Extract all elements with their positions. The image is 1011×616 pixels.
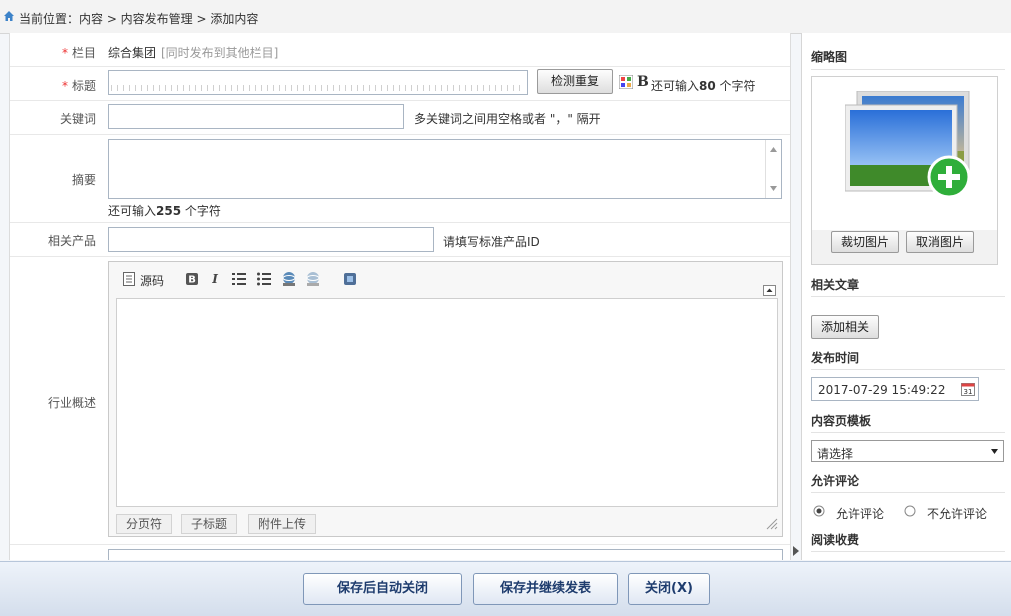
allow-comment-title: 允许评论 (811, 474, 860, 488)
product-row: 相关产品 请填写标准产品ID (10, 222, 790, 257)
deny-comment-label: 不允许评论 (927, 507, 988, 521)
content-form: * 栏目 综合集团 [同时发布到其他栏目] * 标题 检测重复 B 还可输入80 个… (9, 33, 791, 560)
color-palette-icon[interactable] (619, 75, 633, 89)
summary-label: 摘要 (71, 173, 96, 187)
insert-image-icon[interactable] (342, 271, 358, 287)
title-label: * 标题 (61, 79, 96, 93)
thumbnail-box: 裁切图片 取消图片 (811, 76, 998, 265)
insert-link-icon[interactable] (281, 271, 297, 287)
title-input[interactable] (108, 70, 528, 95)
content-template-title: 内容页模板 (811, 414, 872, 428)
scroll-up-icon[interactable] (770, 147, 777, 152)
keywords-hint: 多关键词之间用空格或者 "，" 隔开 (414, 112, 601, 126)
title-remaining: 还可输入80 个字符 (651, 79, 756, 93)
svg-text:B: B (188, 275, 196, 286)
close-button[interactable]: 关闭(X) (628, 573, 710, 605)
resize-handle-icon[interactable] (766, 518, 778, 530)
breadcrumb: 当前位置：内容 > 内容发布管理 > 添加内容 (19, 12, 259, 26)
summary-scrollbar[interactable] (765, 140, 781, 198)
allow-comment-label: 允许评论 (836, 507, 885, 521)
sidebar: 缩略图 裁切图片 取消图片 相关文章 添加相关 发布时间 2017-07-29 … (801, 33, 1011, 560)
product-hint: 请填写标准产品ID (443, 235, 540, 249)
unlink-icon[interactable] (305, 271, 321, 287)
crop-image-button[interactable]: 裁切图片 (831, 231, 899, 253)
summary-textarea[interactable] (108, 139, 782, 199)
template-select[interactable]: 请选择 (811, 440, 1004, 462)
keywords-row: 关键词 多关键词之间用空格或者 "，" 隔开 (10, 100, 790, 135)
breadcrumb-bar: 当前位置：内容 > 内容发布管理 > 添加内容 (0, 0, 1011, 34)
svg-text:31: 31 (964, 388, 973, 396)
source-icon[interactable] (122, 272, 136, 286)
save-and-close-button[interactable]: 保存后自动关闭 (303, 573, 462, 605)
product-input[interactable] (108, 227, 434, 252)
calendar-icon[interactable]: 31 (961, 382, 975, 396)
title-row: * 标题 检测重复 B 还可输入80 个字符 (10, 66, 790, 101)
editor-content-area[interactable] (116, 298, 778, 507)
summary-remaining: 还可输入255 个字符 (108, 204, 221, 218)
rich-text-editor: 源码 B I 分页符 子标题 附件上传 (108, 261, 783, 537)
column-label: * 栏目 (61, 46, 96, 60)
bold-icon[interactable]: B (185, 272, 199, 286)
italic-icon[interactable]: I (208, 272, 222, 286)
subtitle-button[interactable]: 子标题 (181, 514, 238, 534)
scroll-down-icon[interactable] (770, 186, 777, 191)
keywords-input[interactable] (108, 104, 404, 129)
home-icon (4, 11, 14, 21)
editor-toolbar: 源码 B I (109, 262, 782, 296)
add-related-button[interactable]: 添加相关 (811, 315, 879, 339)
thumbnail-upload-area[interactable] (812, 77, 997, 230)
related-articles-title: 相关文章 (811, 278, 860, 292)
check-duplicate-button[interactable]: 检测重复 (537, 69, 613, 94)
sidebar-toggle-icon[interactable] (793, 546, 799, 556)
attachment-upload-button[interactable]: 附件上传 (248, 514, 317, 534)
column-row: * 栏目 综合集团 [同时发布到其他栏目] (10, 33, 790, 67)
chevron-down-icon (991, 449, 998, 454)
bold-title-icon[interactable]: B (637, 74, 649, 90)
ordered-list-icon[interactable] (232, 272, 246, 286)
page-break-button[interactable]: 分页符 (116, 514, 173, 534)
summary-row: 摘要 还可输入255 个字符 (10, 134, 790, 223)
product-label: 相关产品 (47, 234, 96, 248)
column-value: 综合集团 (108, 46, 157, 60)
source-button[interactable]: 源码 (140, 272, 164, 289)
allow-comment-radio[interactable] (813, 505, 825, 517)
unordered-list-icon[interactable] (257, 272, 271, 286)
publish-other-columns-link[interactable]: [同时发布到其他栏目] (161, 44, 278, 61)
cancel-image-button[interactable]: 取消图片 (906, 231, 974, 253)
deny-comment-radio[interactable] (904, 505, 916, 517)
footer-bar: 保存后自动关闭 保存并继续发表 关闭(X) (0, 561, 1011, 616)
save-and-continue-button[interactable]: 保存并继续发表 (473, 573, 618, 605)
thumbnail-title: 缩略图 (811, 50, 848, 64)
publish-time-input[interactable]: 2017-07-29 15:49:22 31 (811, 377, 979, 401)
publish-time-title: 发布时间 (811, 351, 860, 365)
keywords-label: 关键词 (59, 112, 96, 126)
overview-label: 行业概述 (47, 396, 96, 410)
upload-image-icon[interactable] (845, 91, 973, 203)
editor-footer: 分页符 子标题 附件上传 (109, 508, 782, 536)
next-field-input[interactable] (108, 549, 783, 560)
reading-fee-title: 阅读收费 (811, 533, 860, 547)
svg-text:I: I (211, 272, 218, 286)
collapse-toolbar-icon[interactable] (763, 285, 776, 296)
